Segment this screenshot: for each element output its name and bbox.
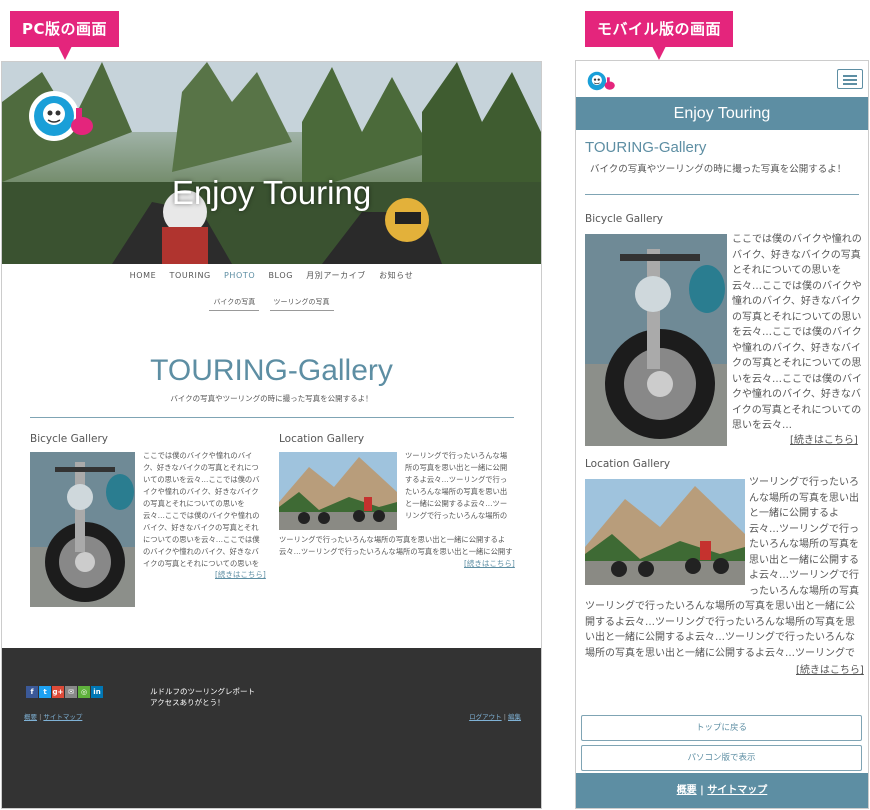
mobile-location-text-side: ツーリングで行ったいろんな場所の写真を思い出と一緒に公開するよ云々…ツーリングで… [749,477,859,597]
divider [30,417,514,418]
footer-edit-link[interactable]: 編集 [508,713,521,721]
footer-message-line1: ルドルフのツーリングレポート [150,687,255,696]
footer-separator: | [503,713,506,721]
mobile-bicycle-read-more-text[interactable]: [続きはこちら] [790,435,858,446]
sub-nav: バイクの写真 ツーリングの写真 [2,297,541,311]
page-subtitle: バイクの写真やツーリングの時に撮った写真を公開するよ！ [170,394,373,403]
mobile-footer-about-link[interactable]: 概要 [677,785,697,796]
social-icons: f t g+ ✉ ◎ in [26,686,104,705]
mobile-location-text-below: ツーリングで行ったいろんな場所の写真を思い出と一緒に公開するよ云々…ツーリングで… [585,601,855,659]
mobile-location-gallery-heading: Location Gallery [585,458,671,470]
mobile-site-logo-icon[interactable] [584,66,618,96]
pc-version-label: PC版の画面 [10,11,120,60]
footer-links-right: ログアウト | 編集 [469,711,521,721]
mobile-site-title: Enjoy Touring [576,97,868,130]
nav-touring[interactable]: TOURING [169,271,210,280]
mobile-page-subtitle: バイクの写真やツーリングの時に撮った写真を公開するよ！ [590,164,847,175]
mobile-version-label: モバイル版の画面 [585,11,734,60]
pc-footer: f t g+ ✉ ◎ in ルドルフのツーリングレポート アクセスありがとう！ 概要 | … [2,648,541,808]
bicycle-gallery-text: ここでは僕のバイクや憧れのバイク、好きなバイクの写真とそれについての思いを云々…… [143,451,260,568]
footer-about-link[interactable]: 概要 [24,713,37,721]
google-plus-icon[interactable]: g+ [52,686,64,698]
mobile-bicycle-read-more-link[interactable]: [続きはこちら] [790,431,858,446]
bicycle-gallery-heading: Bicycle Gallery [30,433,108,445]
page-title: TOURING-Gallery [150,354,393,387]
subnav-touring-photos[interactable]: ツーリングの写真 [269,297,334,311]
bicycle-read-more-link[interactable]: [続きはこちら] [215,569,266,580]
nav-photo[interactable]: PHOTO [224,271,255,280]
nav-home[interactable]: HOME [130,271,157,280]
facebook-icon[interactable]: f [26,686,38,698]
hamburger-menu-icon[interactable] [837,69,863,89]
mobile-location-read-more-link[interactable]: [続きはこちら] [796,661,864,676]
site-logo-icon[interactable] [26,84,100,148]
footer-logout-link[interactable]: ログアウト [469,713,502,721]
twitter-icon[interactable]: t [39,686,51,698]
main-nav: HOME TOURING PHOTO BLOG 月別アーカイブ お知らせ [2,270,541,281]
bicycle-photo[interactable] [30,452,135,607]
footer-message-line2: アクセスありがとう！ [150,698,225,707]
mobile-location-photo[interactable] [585,479,745,585]
nav-archive[interactable]: 月別アーカイブ [306,270,366,281]
mobile-bicycle-gallery-text: ここでは僕のバイクや憧れのバイク、好きなバイクの写真とそれについての思いを云々…… [732,234,862,431]
mail-icon[interactable]: ✉ [65,686,77,698]
mobile-footer-sitemap-link[interactable]: サイトマップ [707,785,767,796]
linkedin-icon[interactable]: in [91,686,103,698]
mobile-location-read-more-text[interactable]: [続きはこちら] [796,665,864,676]
footer-message: ルドルフのツーリングレポート アクセスありがとう！ [150,686,255,708]
subnav-bike-photos[interactable]: バイクの写真 [209,297,260,311]
location-gallery-heading: Location Gallery [279,433,365,445]
pc-screen: Enjoy Touring HOME TOURING PHOTO BLOG 月別… [1,61,542,809]
footer-separator: | [39,713,42,721]
footer-sitemap-link[interactable]: サイトマップ [43,713,82,721]
back-to-top-button[interactable]: トップに戻る [581,715,862,741]
mobile-bicycle-photo[interactable] [585,234,727,446]
location-gallery-text-side: ツーリングで行ったいろんな場所の写真を思い出と一緒に公開するよ云々…ツーリングで… [405,451,508,520]
mobile-page-title: TOURING-Gallery [585,139,707,156]
mobile-footer: 概要 | サイトマップ [576,773,868,808]
mobile-footer-separator: | [700,785,704,796]
site-title: Enjoy Touring [171,174,372,211]
pc-version-button[interactable]: パソコン版で表示 [581,745,862,771]
location-photo[interactable] [279,452,397,530]
location-read-more-link[interactable]: [続きはこちら] [464,558,515,569]
nav-blog[interactable]: BLOG [268,271,293,280]
mobile-bicycle-gallery-heading: Bicycle Gallery [585,213,663,225]
hero-banner: Enjoy Touring [2,62,541,264]
line-icon[interactable]: ◎ [78,686,90,698]
nav-news[interactable]: お知らせ [379,270,413,281]
mobile-divider [585,194,859,195]
location-gallery-text-below: ツーリングで行ったいろんな場所の写真を思い出と一緒に公開するよ云々…ツーリングで… [279,535,513,556]
mobile-screen: Enjoy Touring TOURING-Gallery バイクの写真やツーリ… [575,60,869,809]
footer-links-left: 概要 | サイトマップ [24,711,82,721]
